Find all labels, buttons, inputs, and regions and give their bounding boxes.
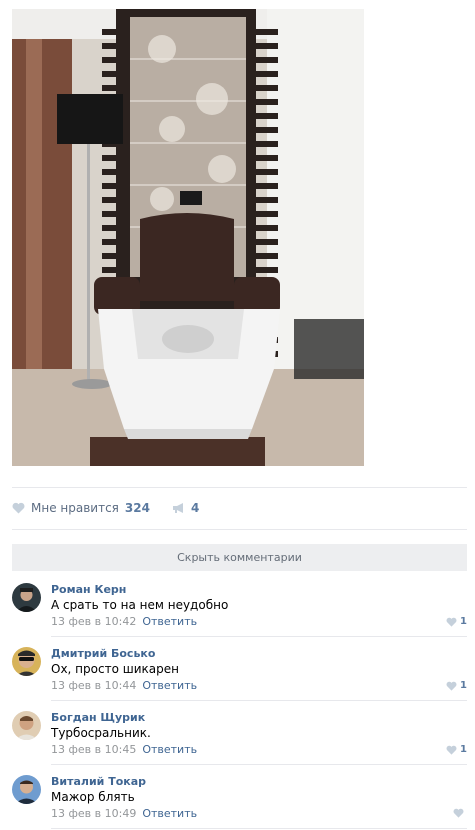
comment-like-button[interactable]: 1 xyxy=(446,616,467,627)
share-count: 4 xyxy=(190,501,200,515)
hide-comments-button[interactable]: Скрыть комментарии xyxy=(12,544,467,571)
avatar-image xyxy=(12,583,41,612)
comment-text: Ох, просто шикарен xyxy=(51,662,179,676)
comment-text: А срать то на нем неудобно xyxy=(51,598,229,612)
like-label: Мне нравится xyxy=(31,501,119,515)
heart-icon xyxy=(12,502,25,514)
avatar-image xyxy=(12,711,41,740)
throne-toilet-photo xyxy=(12,9,364,466)
heart-icon xyxy=(446,745,457,755)
comment-date[interactable]: 13 фев в 10:44 xyxy=(51,679,136,692)
reply-link[interactable]: Ответить xyxy=(142,807,197,820)
post-actions: Мне нравится 324 4 xyxy=(12,499,199,517)
comment-meta: 13 фев в 10:45 Ответить xyxy=(51,743,197,756)
reply-link[interactable]: Ответить xyxy=(142,615,197,628)
avatar[interactable] xyxy=(12,647,41,676)
avatar[interactable] xyxy=(12,775,41,804)
reply-link[interactable]: Ответить xyxy=(142,679,197,692)
comment-author[interactable]: Дмитрий Босько xyxy=(51,647,155,660)
comment-meta: 13 фев в 10:44 Ответить xyxy=(51,679,197,692)
comment-item: Виталий Токар Мажор блять 13 фев в 10:49… xyxy=(12,765,467,829)
heart-icon xyxy=(446,617,457,627)
like-count: 324 xyxy=(124,501,150,515)
divider xyxy=(12,529,467,530)
comment-date[interactable]: 13 фев в 10:45 xyxy=(51,743,136,756)
share-button[interactable]: 4 xyxy=(172,501,199,515)
comment-like-count: 1 xyxy=(460,616,467,627)
megaphone-icon xyxy=(172,503,183,513)
divider xyxy=(12,487,467,488)
comment-item: Роман Керн А срать то на нем неудобно 13… xyxy=(12,573,467,637)
comment-like-count: 1 xyxy=(460,744,467,755)
avatar-image xyxy=(12,647,41,676)
avatar-image xyxy=(12,775,41,804)
comment-date[interactable]: 13 фев в 10:42 xyxy=(51,615,136,628)
comment-divider xyxy=(51,828,467,829)
comment-like-button[interactable] xyxy=(453,808,467,818)
heart-icon xyxy=(446,681,457,691)
comment-meta: 13 фев в 10:49 Ответить xyxy=(51,807,197,820)
comment-meta: 13 фев в 10:42 Ответить xyxy=(51,615,197,628)
comment-item: Богдан Щурик Турбосральник. 13 фев в 10:… xyxy=(12,701,467,765)
like-button[interactable]: Мне нравится 324 xyxy=(12,501,150,515)
avatar[interactable] xyxy=(12,711,41,740)
comment-like-count: 1 xyxy=(460,680,467,691)
comment-author[interactable]: Роман Керн xyxy=(51,583,126,596)
heart-icon xyxy=(453,808,464,818)
avatar[interactable] xyxy=(12,583,41,612)
comment-author[interactable]: Виталий Токар xyxy=(51,775,146,788)
comment-text: Турбосральник. xyxy=(51,726,151,740)
comment-like-button[interactable]: 1 xyxy=(446,744,467,755)
post-photo[interactable] xyxy=(12,9,364,466)
comment-author[interactable]: Богдан Щурик xyxy=(51,711,145,724)
comment-text: Мажор блять xyxy=(51,790,135,804)
comment-like-button[interactable]: 1 xyxy=(446,680,467,691)
comment-date[interactable]: 13 фев в 10:49 xyxy=(51,807,136,820)
comment-item: Дмитрий Босько Ох, просто шикарен 13 фев… xyxy=(12,637,467,701)
reply-link[interactable]: Ответить xyxy=(142,743,197,756)
